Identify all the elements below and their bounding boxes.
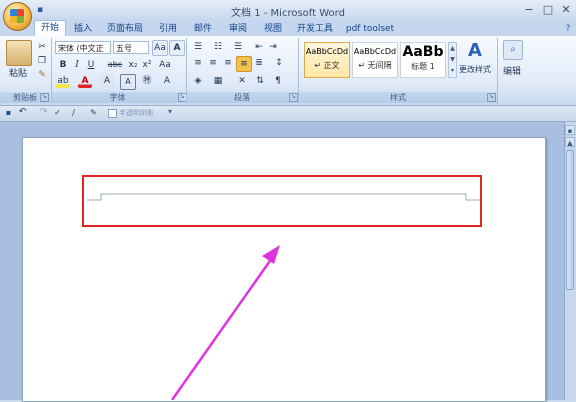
office-logo-icon [10,9,24,23]
pointer-arrow-head [262,245,280,264]
pointer-arrow-line [170,257,274,400]
office-button[interactable] [3,2,32,31]
header-highlight-box [82,175,482,227]
